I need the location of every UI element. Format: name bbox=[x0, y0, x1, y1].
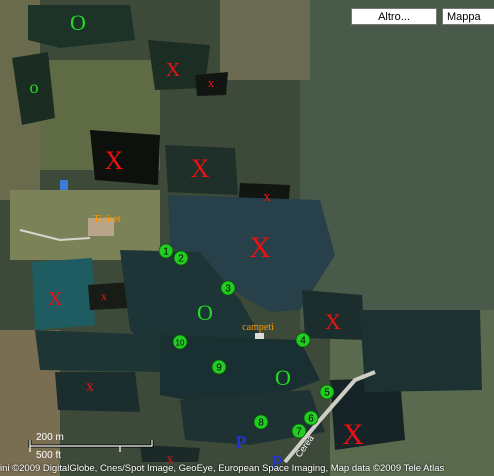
o-marker: O bbox=[275, 365, 291, 390]
number-marker-8: 8 bbox=[253, 414, 269, 430]
pond bbox=[88, 282, 130, 310]
pool bbox=[60, 180, 68, 190]
o-marker: O bbox=[70, 10, 86, 35]
campsite-icon bbox=[255, 333, 264, 339]
number-marker-label: 7 bbox=[296, 427, 302, 438]
number-marker-3: 3 bbox=[220, 280, 236, 296]
number-marker-label: 2 bbox=[178, 254, 184, 265]
number-marker-6: 6 bbox=[303, 410, 319, 426]
number-marker-label: 6 bbox=[308, 414, 314, 425]
map-type-button[interactable]: Mappa bbox=[442, 8, 494, 25]
x-marker: X bbox=[48, 288, 63, 310]
x-marker: X bbox=[325, 309, 341, 334]
number-marker-label: 9 bbox=[216, 363, 222, 374]
number-marker-label: 4 bbox=[300, 336, 306, 347]
x-marker: x bbox=[86, 378, 94, 395]
x-marker: x bbox=[208, 75, 215, 90]
pond bbox=[360, 310, 482, 392]
number-marker-4: 4 bbox=[295, 332, 311, 348]
marsh-area bbox=[300, 0, 494, 330]
number-marker-label: 10 bbox=[176, 339, 185, 348]
number-marker-label: 1 bbox=[163, 247, 169, 258]
field-area bbox=[10, 190, 160, 260]
campsite-label: campeti bbox=[242, 322, 274, 333]
satellite-map[interactable]: O o O O X x X X x X X x X x X x P P Tick… bbox=[0, 0, 494, 476]
x-marker: x bbox=[101, 289, 107, 303]
pond bbox=[90, 130, 160, 185]
x-marker: X bbox=[105, 146, 124, 175]
number-marker-5: 5 bbox=[319, 384, 335, 400]
more-button[interactable]: Altro... bbox=[351, 8, 437, 25]
number-marker-label: 8 bbox=[258, 418, 264, 429]
x-marker: X bbox=[342, 418, 364, 451]
field-area bbox=[220, 0, 310, 80]
scale-imperial-label: 500 ft bbox=[36, 450, 62, 461]
copyright-text: ini ©2009 DigitalGlobe, Cnes/Spot Image,… bbox=[0, 463, 445, 474]
number-marker-7: 7 bbox=[291, 423, 307, 439]
number-marker-2: 2 bbox=[173, 250, 189, 266]
scale-metric-label: 200 m bbox=[36, 432, 64, 443]
number-marker-10: 10 bbox=[172, 334, 188, 350]
parking-marker: P bbox=[236, 432, 247, 452]
o-marker: o bbox=[30, 77, 39, 97]
number-marker-1: 1 bbox=[158, 243, 174, 259]
ticket-label: Ticket bbox=[93, 213, 121, 225]
pond bbox=[32, 258, 95, 330]
x-marker: X bbox=[249, 231, 271, 264]
x-marker: X bbox=[191, 154, 210, 183]
x-marker: x bbox=[263, 189, 271, 205]
number-marker-label: 5 bbox=[324, 388, 330, 399]
number-marker-9: 9 bbox=[211, 359, 227, 375]
number-marker-label: 3 bbox=[225, 284, 231, 295]
o-marker: O bbox=[197, 300, 213, 325]
pond bbox=[55, 372, 140, 412]
x-marker: X bbox=[166, 59, 181, 81]
pond bbox=[35, 330, 165, 372]
